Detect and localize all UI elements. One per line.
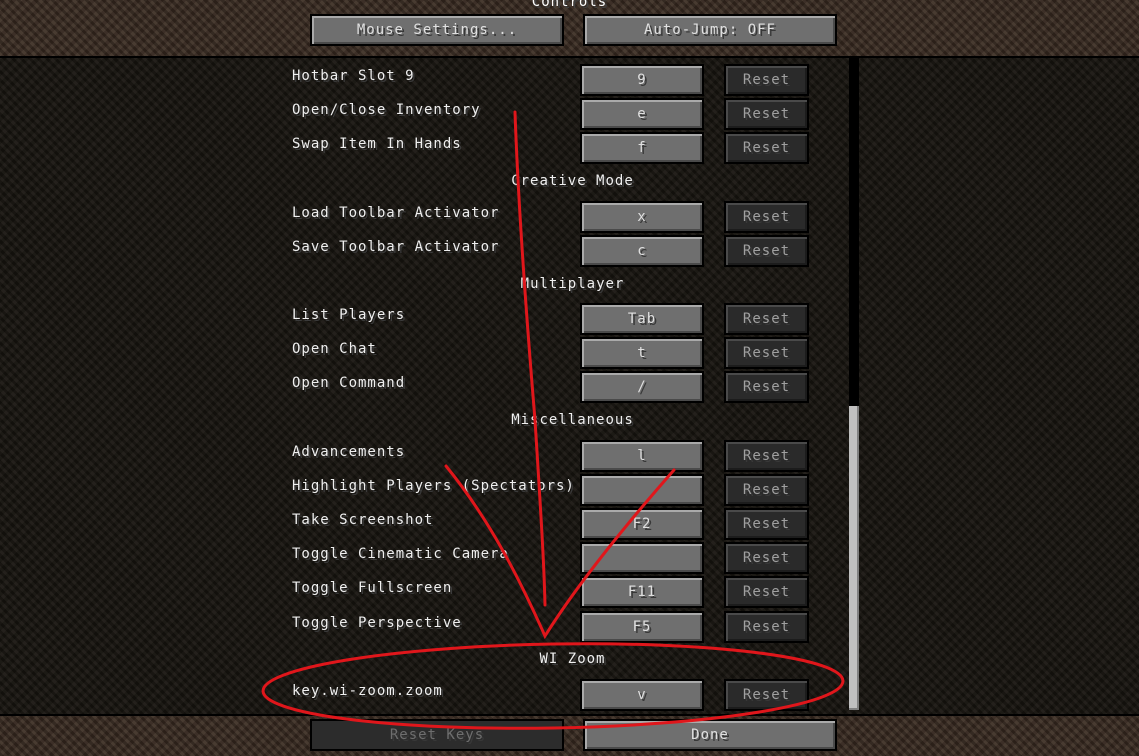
- reset-button[interactable]: Reset: [724, 508, 809, 540]
- category-header: WI Zoom: [539, 651, 606, 667]
- done-button[interactable]: Done: [583, 719, 837, 751]
- keybind-label: Toggle Fullscreen: [292, 580, 453, 596]
- keybind-label: Toggle Perspective: [292, 615, 462, 631]
- reset-button[interactable]: Reset: [724, 337, 809, 369]
- keybind-button[interactable]: F5: [580, 611, 704, 643]
- keybind-label: Open Command: [292, 375, 406, 391]
- reset-button[interactable]: Reset: [724, 303, 809, 335]
- category-header: Creative Mode: [511, 173, 634, 189]
- keybind-label: Take Screenshot: [292, 512, 434, 528]
- reset-button[interactable]: Reset: [724, 611, 809, 643]
- keybind-button[interactable]: l: [580, 440, 704, 472]
- keybind-button[interactable]: f: [580, 132, 704, 164]
- reset-keys-button[interactable]: Reset Keys: [310, 719, 564, 751]
- keybind-button[interactable]: c: [580, 235, 704, 267]
- keybind-label: Save Toolbar Activator: [292, 239, 500, 255]
- keybind-label: Swap Item In Hands: [292, 136, 462, 152]
- keybind-label: Toggle Cinematic Camera: [292, 546, 509, 562]
- keybind-button[interactable]: F11: [580, 576, 704, 608]
- reset-button[interactable]: Reset: [724, 64, 809, 96]
- keybind-label: Advancements: [292, 444, 406, 460]
- keybind-list[interactable]: [0, 56, 1139, 716]
- mouse-settings-button[interactable]: Mouse Settings...: [310, 14, 564, 46]
- category-header: Miscellaneous: [511, 412, 634, 428]
- keybind-button[interactable]: /: [580, 371, 704, 403]
- keybind-label: Open Chat: [292, 341, 377, 357]
- keybind-button[interactable]: [580, 542, 704, 574]
- reset-button[interactable]: Reset: [724, 542, 809, 574]
- reset-button[interactable]: Reset: [724, 132, 809, 164]
- reset-button[interactable]: Reset: [724, 440, 809, 472]
- keybind-button[interactable]: [580, 474, 704, 506]
- reset-button[interactable]: Reset: [724, 98, 809, 130]
- keybind-label: Highlight Players (Spectators): [292, 478, 575, 494]
- screen-title: Controls: [531, 0, 608, 10]
- keybind-label: Hotbar Slot 9: [292, 68, 415, 84]
- keybind-button[interactable]: Tab: [580, 303, 704, 335]
- reset-button[interactable]: Reset: [724, 576, 809, 608]
- reset-button[interactable]: Reset: [724, 474, 809, 506]
- keybind-button[interactable]: e: [580, 98, 704, 130]
- reset-button[interactable]: Reset: [724, 235, 809, 267]
- keybind-label: Load Toolbar Activator: [292, 205, 500, 221]
- keybind-button[interactable]: t: [580, 337, 704, 369]
- scrollbar-thumb[interactable]: [849, 406, 859, 710]
- keybind-button[interactable]: v: [580, 679, 704, 711]
- keybind-button[interactable]: x: [580, 201, 704, 233]
- auto-jump-button[interactable]: Auto-Jump: OFF: [583, 14, 837, 46]
- keybind-button[interactable]: F2: [580, 508, 704, 540]
- reset-button[interactable]: Reset: [724, 679, 809, 711]
- reset-button[interactable]: Reset: [724, 201, 809, 233]
- category-header: Multiplayer: [520, 276, 625, 292]
- keybind-label: key.wi-zoom.zoom: [292, 683, 443, 699]
- keybind-label: Open/Close Inventory: [292, 102, 481, 118]
- keybind-label: List Players: [292, 307, 406, 323]
- reset-button[interactable]: Reset: [724, 371, 809, 403]
- keybind-button[interactable]: 9: [580, 64, 704, 96]
